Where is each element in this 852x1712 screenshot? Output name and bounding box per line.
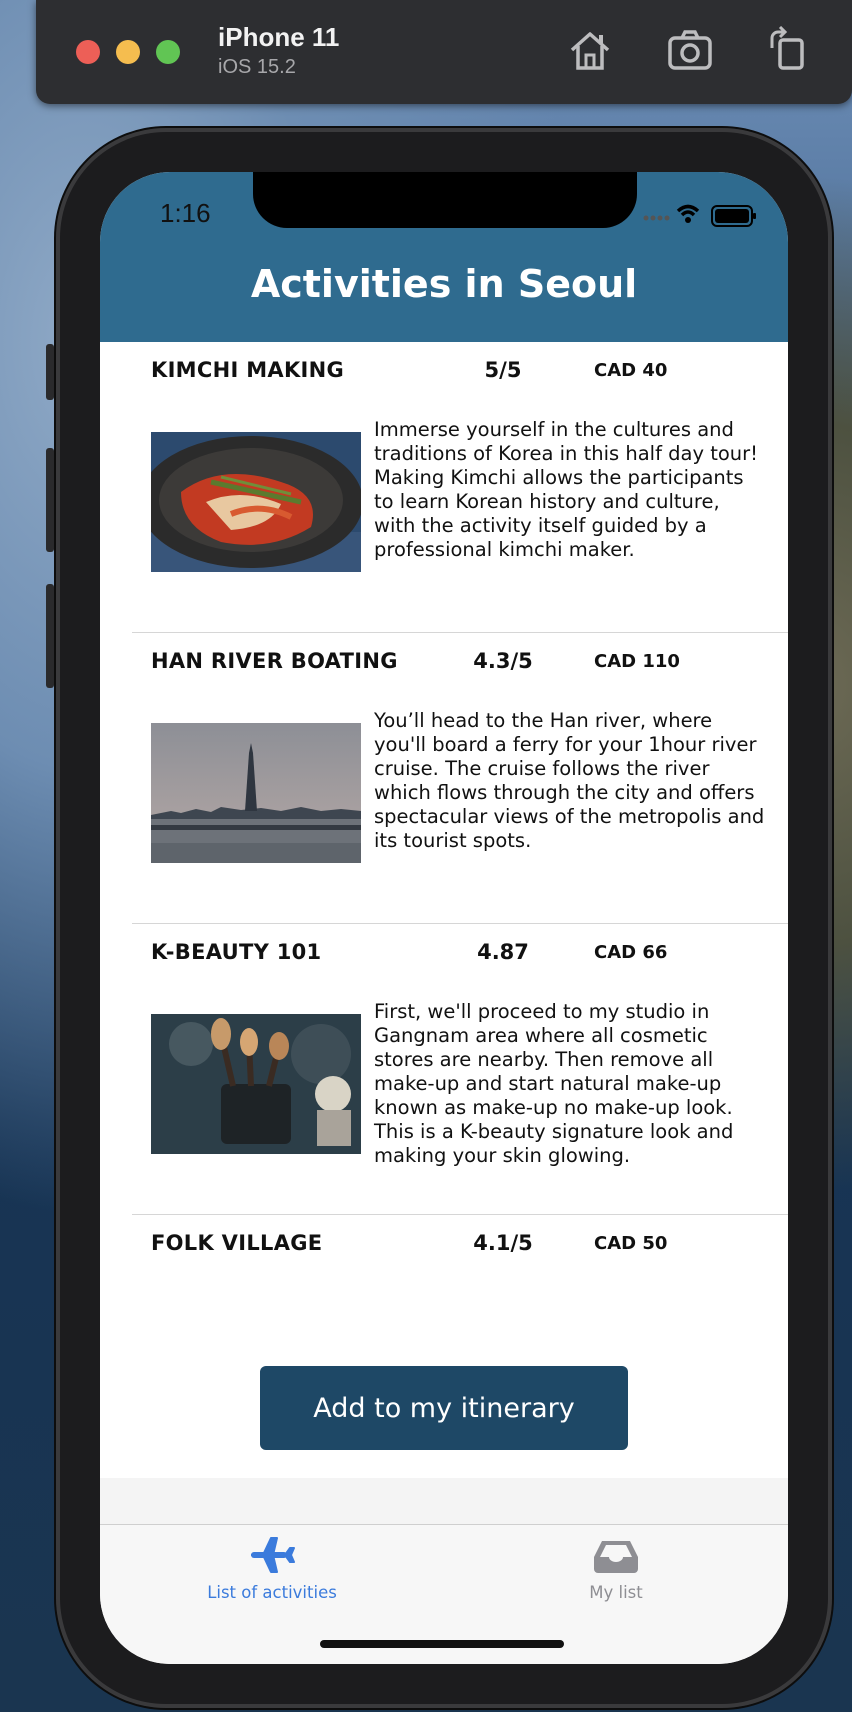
activity-rating: 4.3/5 <box>473 649 533 673</box>
add-to-itinerary-button[interactable]: Add to my itinerary <box>260 1366 628 1450</box>
close-window-button[interactable] <box>76 40 100 64</box>
tab-label: List of activities <box>207 1583 337 1602</box>
zoom-window-button[interactable] <box>156 40 180 64</box>
inbox-tray-icon <box>592 1541 640 1579</box>
battery-icon <box>711 205 756 227</box>
activity-name: FOLK VILLAGE <box>151 1231 323 1255</box>
tab-list-of-activities[interactable]: List of activities <box>152 1535 392 1602</box>
activity-price: CAD 40 <box>594 360 668 381</box>
mute-switch <box>46 344 54 400</box>
status-icons <box>640 202 760 232</box>
activity-price: CAD 50 <box>594 1233 668 1254</box>
rotate-icon[interactable] <box>764 25 812 74</box>
tab-my-list[interactable]: My list <box>496 1535 736 1602</box>
status-time: 1:16 <box>160 198 211 228</box>
activity-rating: 4.1/5 <box>473 1231 533 1255</box>
makeup-brushes-photo <box>151 1014 361 1154</box>
activity-description: Immerse yourself in the cultures and tra… <box>374 418 758 561</box>
activity-description: You’ll head to the Han river, where you'… <box>374 709 765 852</box>
activity-price: CAD 66 <box>594 942 668 963</box>
page-title: Activities in Seoul <box>250 262 638 306</box>
activity-name: K-BEAUTY 101 <box>151 940 322 964</box>
han-river-skyline-photo <box>151 723 361 863</box>
home-indicator <box>320 1640 564 1648</box>
device-name: iPhone 11 <box>218 22 340 52</box>
activity-name: HAN RIVER BOATING <box>151 649 398 673</box>
kimchi-bowl-photo <box>151 432 361 572</box>
airplane-icon <box>249 1537 295 1579</box>
activity-price: CAD 110 <box>594 651 680 672</box>
os-version: iOS 15.2 <box>218 56 296 78</box>
device-screen: 1:16 Activities in Seoul KIMCHI MAKING 5… <box>100 172 788 1664</box>
folk-village-photo <box>151 1303 361 1305</box>
screenshot-camera-icon[interactable] <box>666 26 714 74</box>
activity-card[interactable]: KIMCHI MAKING 5/5 CAD 40 Immerse yoursel… <box>100 342 788 633</box>
activity-card[interactable]: K-BEAUTY 101 4.87 CAD 66 First, we'll pr… <box>100 924 788 1215</box>
tab-label: My list <box>589 1583 643 1602</box>
wifi-icon <box>676 204 700 223</box>
activity-name: KIMCHI MAKING <box>151 358 345 382</box>
minimize-window-button[interactable] <box>116 40 140 64</box>
volume-up-button <box>46 448 54 552</box>
cellular-signal-icon <box>643 215 670 221</box>
activity-list[interactable]: KIMCHI MAKING 5/5 CAD 40 Immerse yoursel… <box>100 342 788 1478</box>
simulator-toolbar: iPhone 11 iOS 15.2 <box>36 0 852 104</box>
activity-rating: 5/5 <box>484 358 522 382</box>
activity-card[interactable]: HAN RIVER BOATING 4.3/5 CAD 110 You’ll h… <box>100 633 788 924</box>
volume-down-button <box>46 584 54 688</box>
activity-rating: 4.87 <box>477 940 529 964</box>
home-icon[interactable] <box>566 26 614 74</box>
notch <box>253 172 637 228</box>
activity-description: First, we'll proceed to my studio in Gan… <box>374 1000 734 1167</box>
